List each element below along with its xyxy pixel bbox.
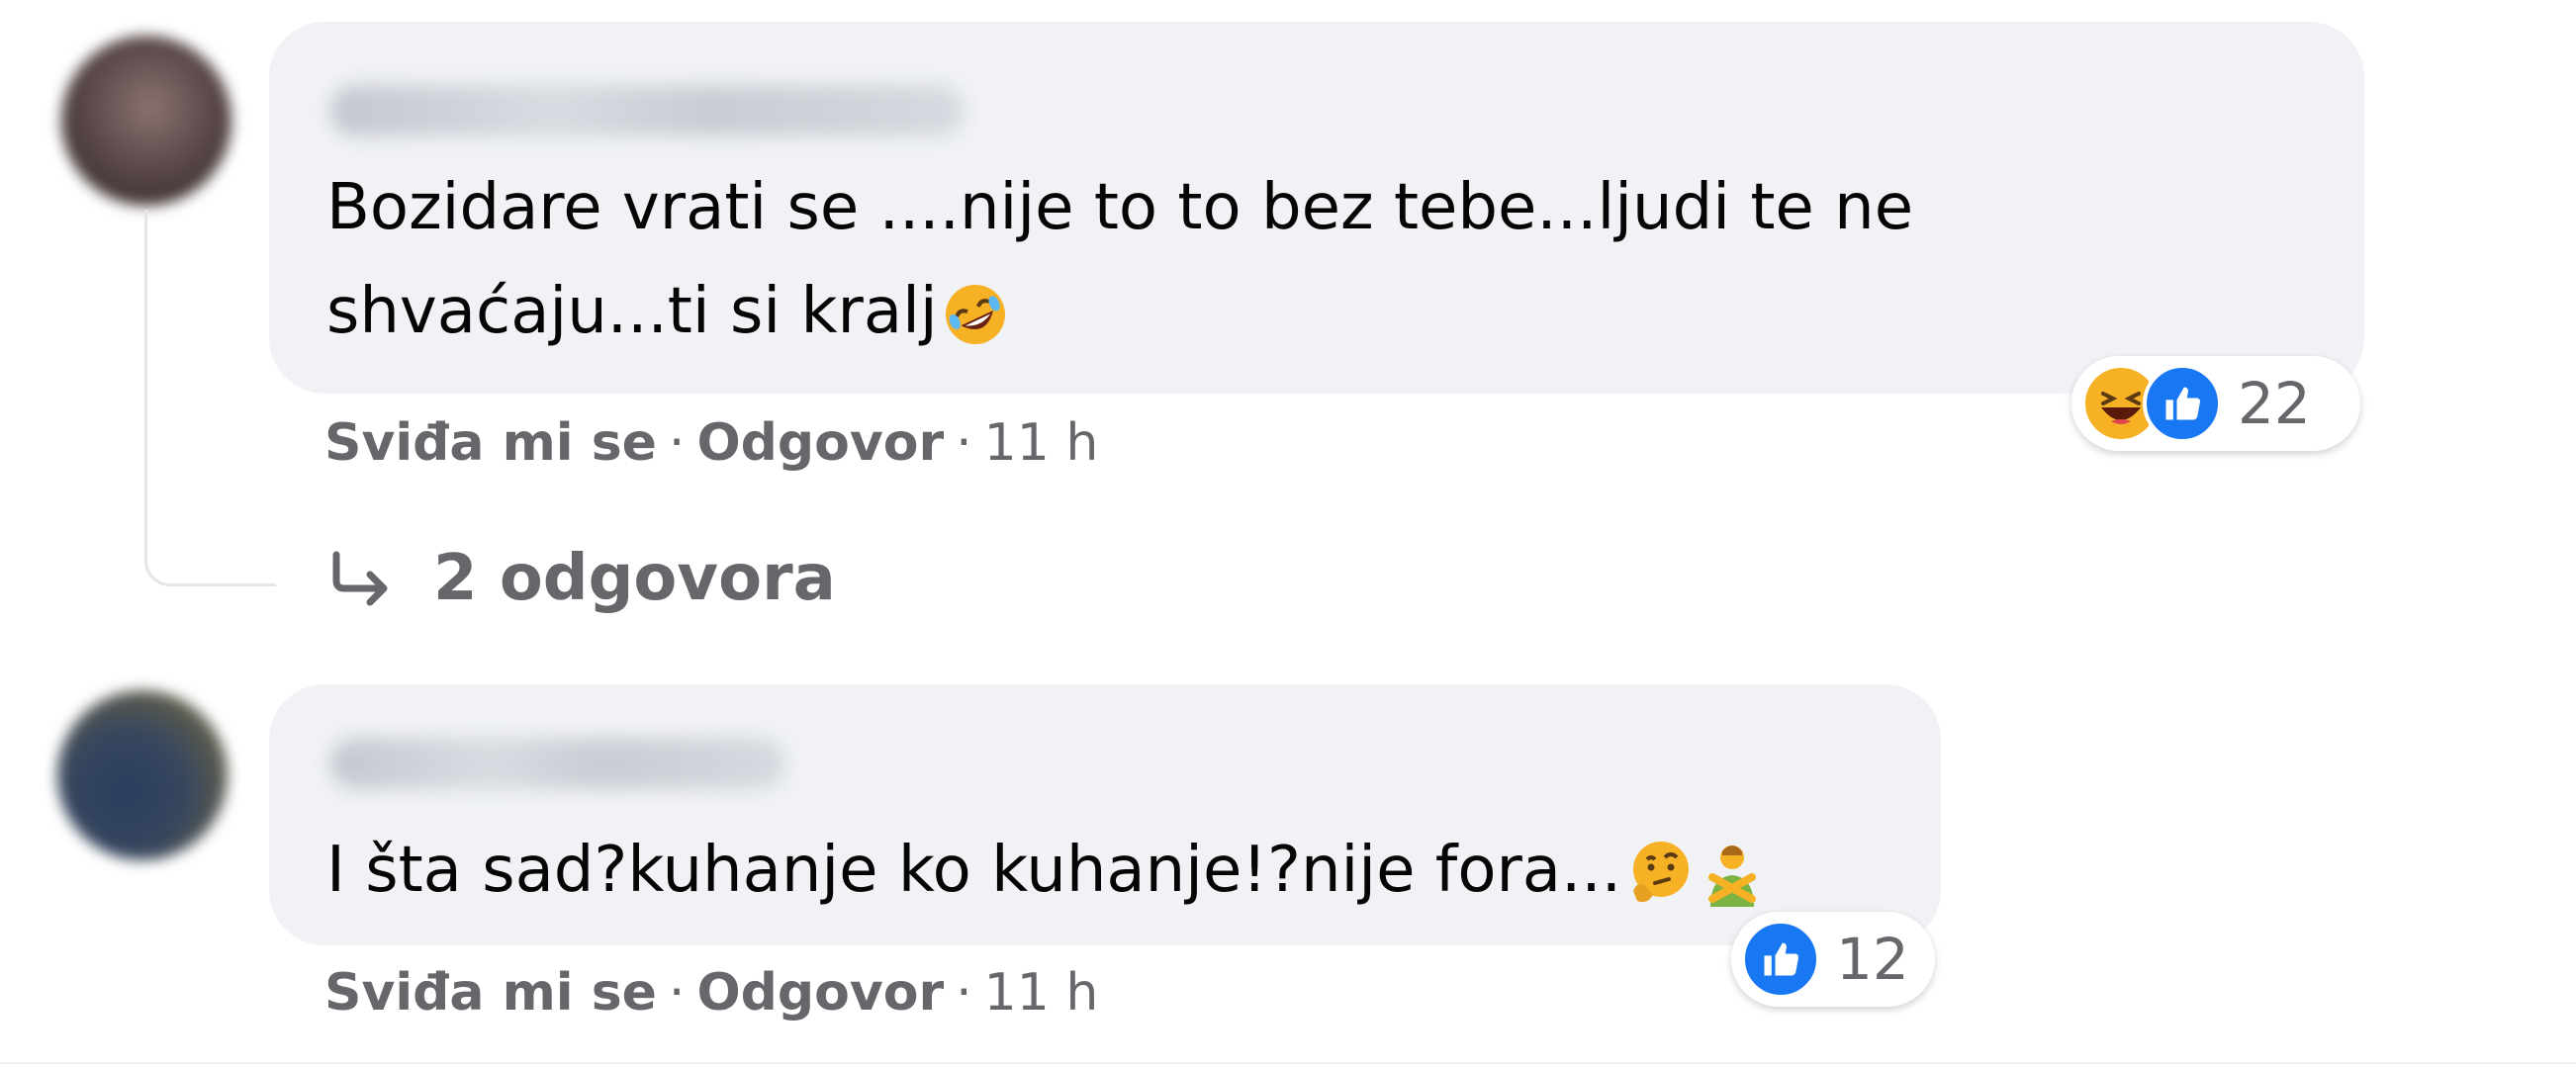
author-name-blurred[interactable] xyxy=(330,85,964,136)
separator-dot: · xyxy=(956,413,972,473)
reactions-summary[interactable]: 12 xyxy=(1731,912,1935,1007)
like-reaction-icon xyxy=(2143,364,2222,443)
reply-arrow-icon xyxy=(332,551,388,606)
author-name-blurred[interactable] xyxy=(330,738,785,789)
comment-text: I šta sad?kuhanje ko kuhanje!?nije fora.… xyxy=(326,819,1909,923)
reaction-count: 12 xyxy=(1836,926,1909,993)
comment-text-content: Bozidare vrati se ....nije to to bez teb… xyxy=(326,171,1914,348)
comment-text: Bozidare vrati se ....nije to to bez teb… xyxy=(326,156,2255,364)
separator-dot: · xyxy=(668,413,686,473)
reply-button[interactable]: Odgovor xyxy=(696,413,944,473)
view-replies-link[interactable]: 2 odgovora xyxy=(328,542,836,615)
like-reaction-icon xyxy=(1741,920,1820,999)
comment-actions: Sviđa mi se · Odgovor · 11 h xyxy=(324,413,1098,473)
reply-button[interactable]: Odgovor xyxy=(696,963,944,1023)
like-button[interactable]: Sviđa mi se xyxy=(324,963,657,1023)
separator-dot: · xyxy=(668,963,686,1023)
separator-dot: · xyxy=(956,963,972,1023)
thinking-face-emoji-icon xyxy=(1633,842,1690,903)
avatar[interactable] xyxy=(61,36,231,206)
replies-count-label: 2 odgovora xyxy=(433,542,836,615)
comment-actions: Sviđa mi se · Odgovor · 11 h xyxy=(324,963,1098,1023)
comments-section: Bozidare vrati se ....nije to to bez teb… xyxy=(0,0,2576,1068)
like-button[interactable]: Sviđa mi se xyxy=(324,413,657,473)
reactions-summary[interactable]: 22 xyxy=(2071,356,2360,451)
reaction-count: 22 xyxy=(2238,370,2311,437)
avatar[interactable] xyxy=(57,690,228,860)
comment-text-content: I šta sad?kuhanje ko kuhanje!?nije fora.… xyxy=(326,834,1622,907)
divider xyxy=(0,1062,2576,1064)
rofl-emoji-icon xyxy=(945,285,1005,345)
timestamp[interactable]: 11 h xyxy=(984,963,1099,1023)
timestamp[interactable]: 11 h xyxy=(984,413,1099,473)
thread-connector-line xyxy=(144,210,276,586)
person-gesturing-no-emoji-icon xyxy=(1708,846,1757,908)
